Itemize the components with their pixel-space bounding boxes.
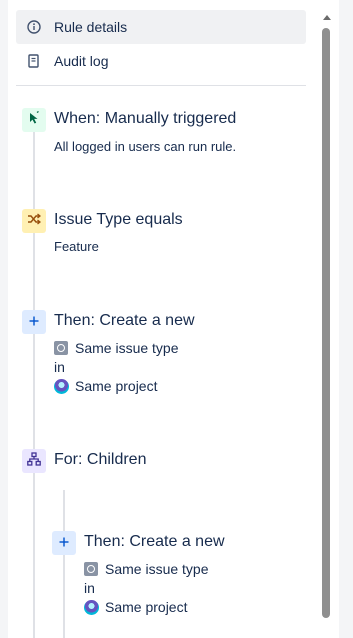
nested-action-in-label: in — [84, 580, 95, 596]
flow-connector-line — [33, 132, 35, 638]
trigger-subtitle: All logged in users can run rule. — [54, 139, 237, 154]
plus-icon — [29, 313, 39, 331]
branch-node-icon[interactable] — [22, 449, 46, 473]
condition-title[interactable]: Issue Type equals — [54, 211, 183, 229]
project-avatar-icon — [84, 599, 99, 615]
nav-divider — [16, 85, 306, 86]
nested-action-project-row: Same project — [84, 599, 187, 615]
hierarchy-icon — [27, 451, 41, 471]
project-avatar-icon — [54, 378, 69, 394]
shuffle-icon — [27, 212, 42, 230]
scrollbar-thumb[interactable] — [322, 28, 330, 618]
project-label: Same project — [105, 599, 188, 615]
branch-title[interactable]: For: Children — [54, 451, 146, 469]
document-icon — [24, 54, 44, 68]
nav-item-audit-log[interactable]: Audit log — [16, 44, 306, 78]
trigger-title[interactable]: When: Manually triggered — [54, 110, 236, 128]
nav-item-label: Rule details — [54, 19, 128, 35]
plus-icon — [59, 534, 69, 552]
issue-type-icon — [54, 341, 68, 355]
info-icon — [24, 20, 44, 34]
nested-action-node-icon[interactable] — [52, 531, 76, 555]
vertical-scrollbar[interactable] — [322, 8, 331, 638]
nested-action-title[interactable]: Then: Create a new — [84, 533, 225, 551]
action-node-icon[interactable] — [22, 310, 46, 334]
action-title[interactable]: Then: Create a new — [54, 312, 195, 330]
action-project-row: Same project — [54, 378, 157, 394]
rule-sidebar-panel: Rule details Audit log When: Manually tr… — [8, 0, 339, 638]
nav-item-rule-details[interactable]: Rule details — [16, 10, 306, 44]
issue-type-label: Same issue type — [75, 340, 179, 356]
nav-item-label: Audit log — [54, 53, 109, 69]
condition-node-icon[interactable] — [22, 209, 46, 233]
nested-action-issue-type-row: Same issue type — [84, 561, 209, 577]
scroll-up-arrow-icon[interactable] — [322, 12, 331, 22]
cursor-click-icon — [27, 110, 41, 130]
branch-connector-line — [63, 490, 65, 638]
action-issue-type-row: Same issue type — [54, 340, 179, 356]
trigger-node-icon[interactable] — [22, 108, 46, 132]
project-label: Same project — [75, 378, 158, 394]
condition-subtitle: Feature — [54, 239, 99, 254]
issue-type-label: Same issue type — [105, 561, 209, 577]
issue-type-icon — [84, 562, 98, 576]
action-in-label: in — [54, 359, 65, 375]
